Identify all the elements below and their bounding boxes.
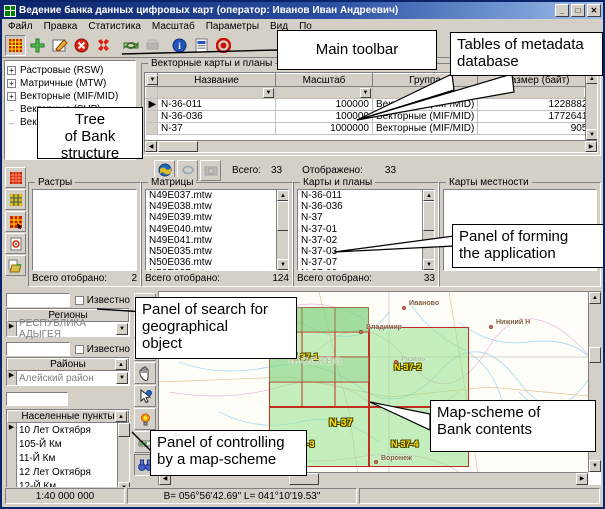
callout-panel-search: Panel of search for geographical object: [135, 297, 297, 359]
callout-panel-controlling: Panel of controlling by a map-scheme: [150, 430, 307, 476]
application-window: Ведение банка данных цифровых карт (опер…: [0, 0, 605, 509]
leader-tables-2: [356, 73, 515, 121]
leader-main-toolbar: [121, 49, 278, 55]
leader-controlling: [131, 431, 153, 453]
callout-map-scheme: Map-scheme of Bank contents: [430, 400, 596, 452]
callout-panel-forming: Panel of forming the application: [452, 224, 603, 268]
leader-forming: [333, 235, 455, 253]
leader-map-scheme: [369, 401, 431, 431]
callout-main-toolbar: Main toolbar: [277, 30, 437, 70]
callout-tables-metadata: Tables of metadata database: [450, 32, 603, 76]
callout-tree-bank: Tree of Bank structure: [37, 107, 143, 161]
